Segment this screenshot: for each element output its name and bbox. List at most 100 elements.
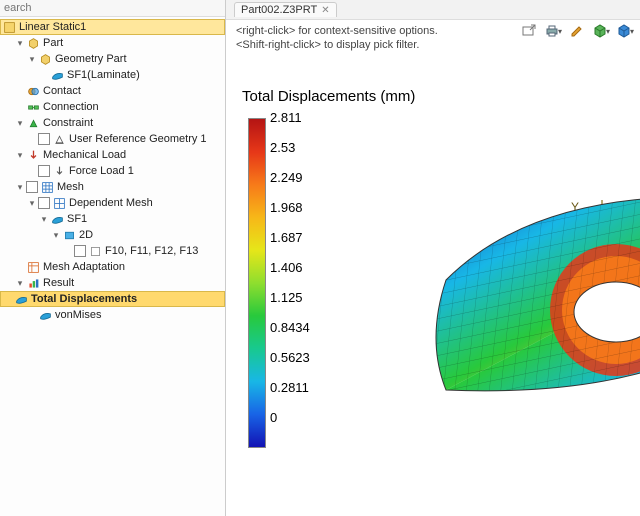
tree-contact[interactable]: Contact bbox=[0, 83, 225, 99]
tick-label: 2.53 bbox=[270, 142, 310, 172]
tree-sf1[interactable]: ▾ SF1 bbox=[0, 211, 225, 227]
2d-icon bbox=[62, 228, 76, 242]
tick-label: 1.406 bbox=[270, 262, 310, 292]
tree-label: Geometry Part bbox=[55, 53, 127, 65]
chevron-down-icon[interactable]: ▾ bbox=[14, 38, 26, 49]
tick-label: 1.968 bbox=[270, 202, 310, 232]
dropdown-icon: ▾ bbox=[558, 27, 562, 36]
tree-mesh-adapt[interactable]: Mesh Adaptation bbox=[0, 259, 225, 275]
tick-label: 0.2811 bbox=[270, 382, 310, 412]
pencil-icon[interactable] bbox=[568, 22, 586, 40]
chevron-down-icon[interactable]: ▾ bbox=[38, 214, 50, 225]
tree-force-load[interactable]: Force Load 1 bbox=[0, 163, 225, 179]
chevron-down-icon[interactable]: ▾ bbox=[14, 182, 26, 193]
dropdown-icon: ▾ bbox=[630, 27, 634, 36]
face-icon bbox=[88, 244, 102, 258]
checkbox[interactable] bbox=[38, 165, 50, 177]
tick-label: 1.125 bbox=[270, 292, 310, 322]
tree-label: Force Load 1 bbox=[69, 165, 134, 177]
tree-label: Mesh Adaptation bbox=[43, 261, 125, 273]
tree-2d[interactable]: ▾ 2D bbox=[0, 227, 225, 243]
tree-label: Linear Static1 bbox=[19, 21, 86, 33]
tree-total-displacements[interactable]: Total Displacements bbox=[0, 291, 225, 307]
tree-label: Result bbox=[43, 277, 74, 289]
tree-label: F10, F11, F12, F13 bbox=[105, 245, 198, 257]
constraint-icon bbox=[26, 116, 40, 130]
dropdown-icon: ▾ bbox=[606, 27, 610, 36]
checkbox[interactable] bbox=[38, 133, 50, 145]
tree-faces[interactable]: F10, F11, F12, F13 bbox=[0, 243, 225, 259]
shaded-cube-icon[interactable]: ▾ bbox=[616, 22, 634, 40]
tick-label: 2.811 bbox=[270, 112, 310, 142]
hint-line: <Shift-right-click> to display pick filt… bbox=[236, 38, 630, 52]
tab-label: Part002.Z3PRT bbox=[241, 4, 317, 16]
tree-mesh[interactable]: ▾ Mesh bbox=[0, 179, 225, 195]
checkbox[interactable] bbox=[26, 181, 38, 193]
cube-icon[interactable]: ▾ bbox=[592, 22, 610, 40]
tree-connection[interactable]: Connection bbox=[0, 99, 225, 115]
color-bar bbox=[248, 118, 266, 448]
model-tree: Linear Static1 ▾ Part ▾ Geometry Part SF… bbox=[0, 17, 225, 325]
mesh-icon bbox=[52, 196, 66, 210]
tree-label: SF1 bbox=[67, 213, 87, 225]
mesh-adapt-icon bbox=[26, 260, 40, 274]
tree-label: Constraint bbox=[43, 117, 93, 129]
contact-icon bbox=[26, 84, 40, 98]
part-icon bbox=[26, 36, 40, 50]
document-tab[interactable]: Part002.Z3PRT ✕ bbox=[234, 2, 337, 17]
tree-sf1-laminate[interactable]: SF1(Laminate) bbox=[0, 67, 225, 83]
tree-result[interactable]: ▾ Result bbox=[0, 275, 225, 291]
tick-label: 1.687 bbox=[270, 232, 310, 262]
tree-constraint[interactable]: ▾ Constraint bbox=[0, 115, 225, 131]
chevron-down-icon[interactable]: ▾ bbox=[50, 230, 62, 241]
tree-label: User Reference Geometry 1 bbox=[69, 133, 207, 145]
search-input[interactable] bbox=[4, 2, 221, 14]
displacement-icon bbox=[14, 292, 28, 306]
tick-label: 0.8434 bbox=[270, 322, 310, 352]
surface-icon bbox=[50, 68, 64, 82]
checkbox[interactable] bbox=[74, 245, 86, 257]
color-bar-ticks: 2.811 2.53 2.249 1.968 1.687 1.406 1.125… bbox=[270, 112, 310, 442]
tree-vonmises[interactable]: vonMises bbox=[0, 307, 225, 323]
chevron-down-icon[interactable]: ▾ bbox=[14, 278, 26, 289]
tree-user-ref-geom[interactable]: User Reference Geometry 1 bbox=[0, 131, 225, 147]
tree-mech-load[interactable]: ▾ Mechanical Load bbox=[0, 147, 225, 163]
surface-icon bbox=[50, 212, 64, 226]
tree-label: Connection bbox=[43, 101, 99, 113]
tree-dep-mesh[interactable]: ▾ Dependent Mesh bbox=[0, 195, 225, 211]
mesh-icon bbox=[40, 180, 54, 194]
geometry-icon bbox=[38, 52, 52, 66]
tick-label: 0 bbox=[270, 412, 310, 442]
tree-label: Contact bbox=[43, 85, 81, 97]
fixed-icon bbox=[52, 132, 66, 146]
tree-study[interactable]: Linear Static1 bbox=[0, 19, 225, 35]
legend-title: Total Displacements (mm) bbox=[242, 88, 415, 105]
chevron-down-icon[interactable]: ▾ bbox=[14, 150, 26, 161]
stress-icon bbox=[38, 308, 52, 322]
result-icon bbox=[26, 276, 40, 290]
tick-label: 2.249 bbox=[270, 172, 310, 202]
model-tree-panel: Linear Static1 ▾ Part ▾ Geometry Part SF… bbox=[0, 0, 226, 516]
export-icon[interactable] bbox=[520, 22, 538, 40]
tree-label: Mechanical Load bbox=[43, 149, 126, 161]
chevron-down-icon[interactable]: ▾ bbox=[26, 54, 38, 65]
tree-label: Mesh bbox=[57, 181, 84, 193]
chevron-down-icon[interactable]: ▾ bbox=[26, 198, 38, 209]
view-toolbar: ▾ ▾ ▾ bbox=[520, 22, 634, 40]
tree-label: Part bbox=[43, 37, 63, 49]
chevron-down-icon[interactable]: ▾ bbox=[14, 118, 26, 129]
tree-label: Dependent Mesh bbox=[69, 197, 153, 209]
tree-geometry-part[interactable]: ▾ Geometry Part bbox=[0, 51, 225, 67]
tree-label: Total Displacements bbox=[31, 293, 137, 305]
tree-label: vonMises bbox=[55, 309, 101, 321]
tick-label: 0.5623 bbox=[270, 352, 310, 382]
tree-part[interactable]: ▾ Part bbox=[0, 35, 225, 51]
checkbox[interactable] bbox=[38, 197, 50, 209]
close-icon[interactable]: ✕ bbox=[321, 5, 329, 16]
tree-label: SF1(Laminate) bbox=[67, 69, 140, 81]
study-icon bbox=[2, 20, 16, 34]
fea-result-plot[interactable] bbox=[386, 170, 640, 430]
connection-icon bbox=[26, 100, 40, 114]
tree-label: 2D bbox=[79, 229, 93, 241]
print-icon[interactable]: ▾ bbox=[544, 22, 562, 40]
